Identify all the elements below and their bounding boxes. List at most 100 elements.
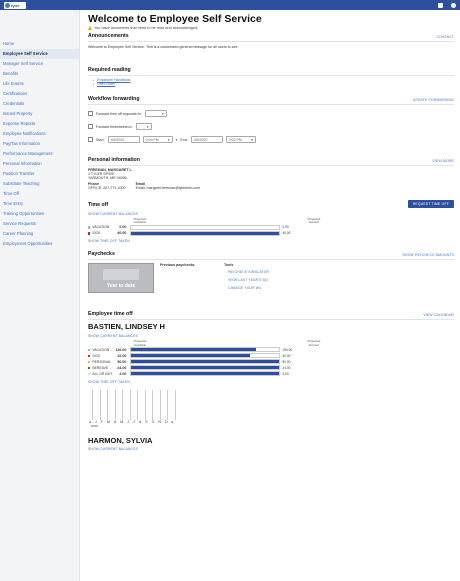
start-time-select[interactable]: 3:00 PM ▾ — [142, 136, 173, 143]
sidebar-item-personal-information[interactable]: Personal Information — [0, 159, 79, 169]
sidebar-item-expense-reports[interactable]: Expense Reports — [0, 119, 79, 129]
forward-timesheets-select[interactable]: ▾ — [135, 123, 152, 130]
chart-gridline — [159, 389, 160, 420]
balance-projected: 50.00 — [282, 359, 291, 364]
sidebar-item-career-planning[interactable]: Career Planning — [0, 229, 79, 239]
sidebar-item-manager-self-service[interactable]: Manager Self Service — [0, 59, 79, 69]
balance-projected: 24.00 — [282, 365, 291, 370]
chart-gridline — [144, 389, 145, 420]
sidebar: Home Employee Self Service Manager Self Se… — [0, 10, 80, 581]
sidebar-item-benefits[interactable]: Benefits — [0, 69, 79, 79]
sidebar-item-time-entry[interactable]: Time Entry — [0, 199, 79, 209]
employee-balances: Projected Available Projected Earned VAC… — [88, 339, 328, 377]
update-forwarding-link[interactable]: UPDATE FORWARDING — [413, 98, 454, 102]
view-last-years-w2-link[interactable]: VIEW LAST YEAR'S W2 — [228, 278, 269, 282]
time-off-balances: Projected Available Projected Earned VAC… — [88, 217, 328, 236]
tools-label: Tools — [224, 263, 234, 268]
paychecks-header: Paychecks SHOW PAYCHECK AMOUNTS — [88, 251, 454, 261]
chart-gridline — [92, 389, 93, 420]
show-current-balances-link[interactable]: SHOW CURRENT BALANCES — [88, 334, 454, 338]
show-current-balances-link[interactable]: SHOW CURRENT BALANCES — [88, 447, 454, 451]
balance-bar — [130, 224, 281, 230]
show-paycheck-amounts-link[interactable]: SHOW PAYCHECK AMOUNTS — [402, 253, 454, 257]
time-off-taken-chart — [88, 389, 188, 426]
personal-info-body: FREEMAN, MARGARET L 1 TYLER DRIVE YARMOU… — [88, 168, 454, 190]
employee-name-bastien: BASTIEN, LINDSEY H — [88, 322, 165, 332]
balance-value: 0.00 — [119, 225, 127, 230]
sidebar-item-employment-opportunities[interactable]: Employment Opportunities — [0, 239, 79, 249]
paycheck-thumbnail — [103, 269, 139, 281]
balance-bar-fill — [131, 366, 280, 370]
start-date-input[interactable]: 4/6/2020 — [107, 136, 140, 143]
end-date-input[interactable]: 4/6/2020 — [190, 136, 223, 143]
email-value: Email: margaret.freeman@tylertech.com — [135, 186, 201, 190]
sidebar-item-performance-management[interactable]: Performance Management — [0, 149, 79, 159]
sidebar-item-certifications[interactable]: Certifications — [0, 89, 79, 99]
balance-bar-fill — [131, 354, 250, 358]
sidebar-item-employee-self-service[interactable]: Employee Self Service — [0, 49, 79, 59]
sidebar-item-home[interactable]: Home — [0, 39, 79, 49]
chevron-down-icon: ▾ — [146, 124, 149, 129]
balance-bar — [130, 353, 281, 359]
balance-bar-fill — [131, 348, 256, 352]
balance-value: 32.00 — [117, 353, 127, 358]
balance-type: ALL OR NOT — [92, 371, 113, 376]
balance-bar — [130, 230, 281, 236]
forward-timesheets-checkbox[interactable] — [88, 124, 93, 129]
legend-swatch — [88, 366, 91, 369]
workflow-title: Workflow forwarding — [88, 96, 140, 102]
sidebar-item-training-opportunities[interactable]: Training Opportunities — [0, 209, 79, 219]
balance-type: VACATION — [92, 225, 110, 230]
warning-icon — [88, 26, 92, 30]
required-reading-list: • Employee Handbook • Offer Letter — [93, 78, 131, 86]
documents-notice[interactable]: You have documents that need to be read … — [88, 26, 454, 30]
balance-bar — [130, 347, 281, 353]
forward-time-off-checkbox[interactable] — [88, 111, 93, 116]
notifications-icon[interactable] — [438, 2, 443, 8]
show-time-off-taken-link[interactable]: SHOW TIME OFF TAKEN — [88, 239, 454, 243]
projected-available-header: Projected Available — [133, 339, 147, 347]
change-your-w4-link[interactable]: CHANGE YOUR W4 — [228, 286, 269, 290]
sidebar-item-issued-property[interactable]: Issued Property — [0, 109, 79, 119]
user-icon[interactable] — [451, 2, 456, 8]
show-current-balances-link[interactable]: SHOW CURRENT BALANCES — [88, 212, 454, 216]
end-time-select[interactable]: 3:00 PM ▾ — [225, 136, 256, 143]
balance-type: VACATION — [92, 347, 110, 352]
sidebar-item-employee-notifications[interactable]: Employee Notifications — [0, 129, 79, 139]
chart-gridline — [152, 389, 153, 420]
balance-projected: 0.00 — [282, 225, 289, 230]
balance-bar-fill — [131, 372, 280, 376]
balance-type: BEREAVE — [92, 365, 109, 370]
tyler-logo[interactable]: tyler — [4, 1, 26, 9]
paychecks-body: Year to date Previous paychecks Tools PA… — [88, 263, 454, 294]
view-more-link[interactable]: VIEW MORE — [432, 159, 454, 163]
phone-value: OFFICE: 207-772-1000 — [88, 186, 126, 190]
year-to-date-card[interactable]: Year to date — [88, 263, 154, 294]
balance-row: ALL OR NOT 4.00 4.00 — [88, 371, 328, 377]
paycheck-simulator-link[interactable]: PAYCHECK SIMULATOR — [228, 270, 269, 274]
start-label: Start: — [96, 137, 105, 142]
contact-link[interactable]: CONTACT — [436, 35, 454, 39]
offer-letter-link[interactable]: Offer Letter — [97, 82, 115, 86]
request-time-off-button[interactable]: REQUEST TIME OFF — [407, 200, 454, 208]
sidebar-item-time-off[interactable]: Time Off — [0, 189, 79, 199]
balance-projected: 40.00 — [282, 353, 291, 358]
logo-mark-icon — [5, 2, 10, 8]
balance-bar — [130, 371, 281, 377]
balance-row: SICK 40.00 40.00 — [88, 230, 328, 236]
view-calendar-link[interactable]: VIEW CALENDAR — [423, 313, 454, 317]
personal-info-header: Personal information VIEW MORE — [88, 157, 454, 166]
sidebar-item-pay-tax-information[interactable]: Pay/Tax Information — [0, 139, 79, 149]
workflow-form: Forward time off requests to: ▾ Forward … — [88, 110, 454, 143]
required-reading-title: Required reading — [88, 67, 131, 73]
show-time-off-taken-link[interactable]: SHOW TIME OFF TAKEN — [88, 380, 454, 384]
sidebar-item-substitute-teaching[interactable]: Substitute Teaching — [0, 179, 79, 189]
date-range-checkbox[interactable] — [88, 137, 93, 142]
sidebar-item-life-events[interactable]: Life Events — [0, 79, 79, 89]
sidebar-item-position-transfer[interactable]: Position Transfer — [0, 169, 79, 179]
sidebar-item-service-requests[interactable]: Service Requests — [0, 219, 79, 229]
legend-swatch — [88, 348, 91, 351]
sidebar-item-credentials[interactable]: Credentials — [0, 99, 79, 109]
balance-bar-fill — [131, 231, 280, 235]
forward-time-off-select[interactable]: ▾ — [144, 110, 167, 117]
